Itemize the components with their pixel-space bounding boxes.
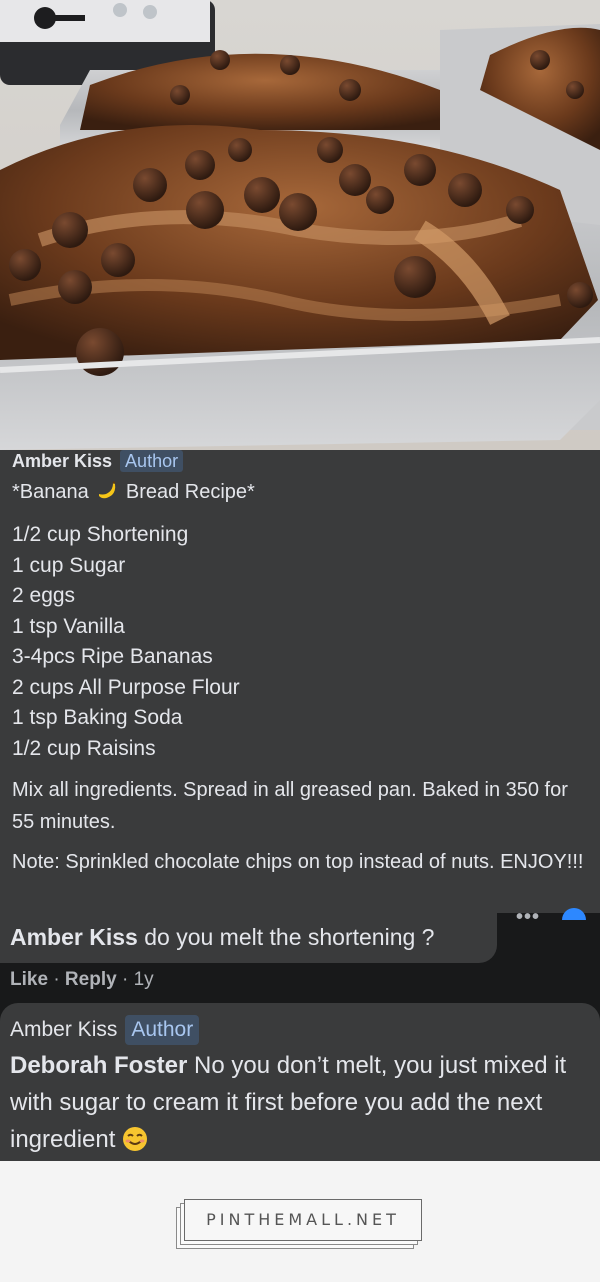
recipe-title: *Banana Bread Recipe* bbox=[12, 480, 255, 504]
ingredient-item: 1/2 cup Raisins bbox=[12, 736, 156, 760]
ingredient-item: 1 tsp Baking Soda bbox=[12, 706, 183, 729]
reply-button[interactable]: Reply bbox=[65, 969, 117, 990]
site-logo[interactable]: PINTHEMALL.NET bbox=[184, 1199, 422, 1241]
author-name[interactable]: Amber Kiss bbox=[12, 450, 112, 472]
recipe-comment: Amber Kiss Author *Banana Bread Recipe* … bbox=[0, 450, 600, 913]
smiling-face-icon bbox=[122, 1126, 148, 1152]
author-badge: Author bbox=[120, 450, 184, 472]
banana-bread-photo bbox=[0, 0, 600, 450]
separator: · bbox=[53, 969, 60, 990]
comment-actions: Like · Reply · 1y bbox=[10, 968, 154, 992]
mention-link[interactable]: Deborah Foster bbox=[10, 1052, 187, 1079]
recipe-note: Note: Sprinkled chocolate chips on top i… bbox=[12, 851, 584, 873]
reply-comment: Amber Kiss do you melt the shortening ? bbox=[0, 913, 497, 963]
mention-link[interactable]: Amber Kiss bbox=[10, 924, 138, 950]
ingredient-list: 1/2 cup Shortening 1 cup Sugar 2 eggs 1 … bbox=[12, 520, 240, 764]
timestamp[interactable]: 1y bbox=[134, 969, 154, 990]
ingredient-item: 2 cups All Purpose Flour bbox=[12, 675, 240, 699]
comment-header: Amber Kiss Author bbox=[12, 450, 184, 472]
ingredient-item: 1 cup Sugar bbox=[12, 553, 126, 577]
recipe-title-end: Bread Recipe* bbox=[125, 481, 255, 503]
footer: PINTHEMALL.NET bbox=[0, 1161, 600, 1282]
banana-icon bbox=[96, 481, 118, 501]
ingredient-item: 3-4pcs Ripe Bananas bbox=[12, 645, 213, 668]
like-button[interactable]: Like bbox=[10, 969, 48, 990]
recipe-instructions: Mix all ingredients. Spread in all greas… bbox=[12, 779, 568, 833]
comment-thread: Amber Kiss Author *Banana Bread Recipe* … bbox=[0, 450, 600, 1161]
recipe-title-start: *Banana bbox=[12, 481, 89, 503]
author-reply-text: Deborah Foster No you don’t melt, you ju… bbox=[10, 1047, 590, 1158]
reply-body: do you melt the shortening ? bbox=[144, 924, 435, 950]
author-reply-comment: Amber Kiss Author Deborah Foster No you … bbox=[0, 1003, 600, 1161]
author-name[interactable]: Amber Kiss bbox=[10, 1015, 117, 1045]
reply-text: Amber Kiss do you melt the shortening ? bbox=[10, 922, 434, 952]
ingredient-item: 1/2 cup Shortening bbox=[12, 523, 189, 546]
site-logo-text: PINTHEMALL.NET bbox=[206, 1210, 400, 1229]
comment-header: Amber Kiss Author bbox=[10, 1015, 200, 1045]
separator: · bbox=[121, 969, 129, 990]
ingredient-item: 1 tsp Vanilla bbox=[12, 614, 125, 638]
author-badge: Author bbox=[125, 1015, 200, 1045]
more-options-icon[interactable]: ••• bbox=[516, 907, 540, 927]
ingredient-item: 2 eggs bbox=[12, 584, 76, 607]
